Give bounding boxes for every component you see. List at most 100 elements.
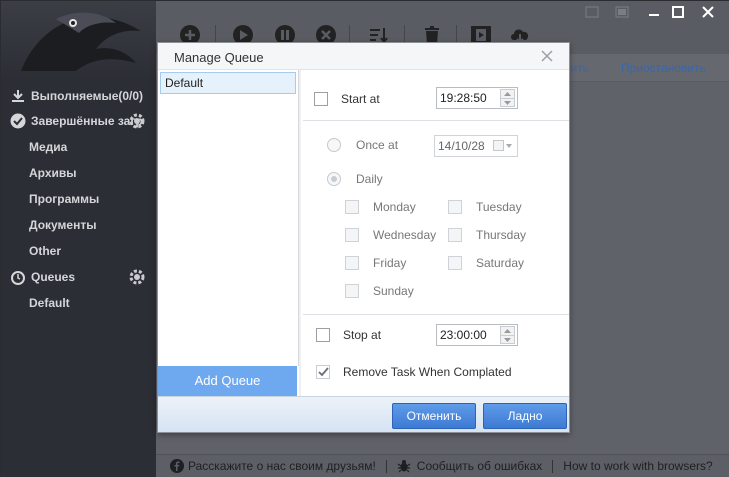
saturday-label: Saturday: [476, 256, 525, 270]
status-divider: [385, 459, 387, 473]
radio-selected-dot: [331, 176, 337, 182]
divider: [303, 120, 569, 121]
sunday-label: Sunday: [373, 284, 414, 298]
queue-list: Default: [158, 70, 299, 366]
dialog-footer: Отменить Ладно: [158, 396, 569, 432]
spinner-arrows[interactable]: [500, 326, 515, 344]
cancel-button[interactable]: Отменить: [392, 403, 476, 429]
sidebar: Выполняемые(0/0) Завершённые загр Медиа …: [1, 1, 156, 477]
divider: [303, 314, 569, 315]
dialog-title-bar[interactable]: Manage Queue: [158, 43, 569, 70]
download-icon: [9, 87, 27, 105]
spin-down-icon[interactable]: [501, 335, 514, 343]
report-bug-link[interactable]: Сообщить об ошибках: [397, 459, 543, 473]
maximize-icon[interactable]: [666, 4, 690, 20]
sidebar-item-queues[interactable]: Queues: [1, 265, 156, 289]
dialog-title: Manage Queue: [174, 50, 264, 65]
calendar-dropdown-icon[interactable]: [493, 140, 513, 152]
sidebar-item-label: Медиа: [29, 140, 68, 154]
remove-task-checkbox[interactable]: [316, 365, 330, 379]
start-time-spinner[interactable]: 19:28:50: [436, 87, 518, 109]
daily-row: Daily: [327, 172, 383, 186]
minimize-icon[interactable]: [642, 4, 666, 20]
day-wednesday[interactable]: Wednesday: [345, 228, 436, 242]
once-date-value: 14/10/28: [438, 139, 485, 153]
sidebar-item-archives[interactable]: Архивы: [1, 161, 156, 185]
sidebar-item-other[interactable]: Other: [1, 239, 156, 263]
saturday-checkbox[interactable]: [448, 256, 462, 270]
stop-time-spinner[interactable]: 23:00:00: [436, 324, 518, 346]
sunday-checkbox[interactable]: [345, 284, 359, 298]
add-queue-button[interactable]: Add Queue: [158, 366, 297, 396]
sidebar-item-active[interactable]: Выполняемые(0/0): [1, 84, 156, 108]
monday-checkbox[interactable]: [345, 200, 359, 214]
start-at-checkbox[interactable]: [314, 92, 328, 106]
sidebar-item-label: Выполняемые(0/0): [31, 89, 144, 103]
day-friday[interactable]: Friday: [345, 256, 406, 270]
spin-up-icon[interactable]: [501, 327, 514, 335]
sidebar-item-label: Other: [29, 244, 62, 258]
status-divider: [552, 459, 554, 473]
stop-time-value: 23:00:00: [440, 328, 487, 342]
ok-button[interactable]: Ладно: [483, 403, 567, 429]
alarm-clock-icon: [9, 268, 27, 286]
bug-icon: [397, 459, 411, 473]
queue-list-item-default[interactable]: Default: [160, 72, 296, 94]
report-text: Сообщить об ошибках: [416, 459, 543, 473]
day-monday[interactable]: Monday: [345, 200, 416, 214]
browsers-help-text: How to work with browsers?: [563, 459, 713, 473]
sidebar-item-programs[interactable]: Программы: [1, 187, 156, 211]
stop-at-row: Stop at: [316, 328, 381, 342]
daily-radio[interactable]: [327, 172, 341, 186]
sidebar-item-media[interactable]: Медиа: [1, 135, 156, 159]
check-circle-icon: [9, 112, 27, 130]
spin-up-icon[interactable]: [501, 90, 514, 98]
wednesday-checkbox[interactable]: [345, 228, 359, 242]
day-sunday[interactable]: Sunday: [345, 284, 414, 298]
eagle-logo: [1, 1, 156, 79]
queue-settings-gear-icon[interactable]: [128, 268, 146, 286]
day-saturday[interactable]: Saturday: [448, 256, 524, 270]
once-date-picker[interactable]: 14/10/28: [434, 135, 518, 157]
sidebar-item-label: Программы: [29, 192, 100, 206]
sidebar-item-label: Архивы: [29, 166, 77, 180]
remove-task-label: Remove Task When Complated: [343, 365, 512, 379]
tuesday-label: Tuesday: [476, 200, 522, 214]
once-at-radio[interactable]: [327, 138, 341, 152]
close-icon[interactable]: [539, 48, 555, 64]
manage-queue-dialog: Manage Queue Default Add Queue Start at …: [157, 42, 570, 433]
share-text: Расскажите о нас своим друзьям!: [188, 459, 376, 473]
sidebar-item-label: Default: [29, 296, 70, 310]
sidebar-item-default-queue[interactable]: Default: [1, 291, 156, 315]
day-tuesday[interactable]: Tuesday: [448, 200, 522, 214]
wednesday-label: Wednesday: [373, 228, 437, 242]
friday-checkbox[interactable]: [345, 256, 359, 270]
sidebar-item-label: Queues: [31, 270, 76, 284]
share-link[interactable]: Расскажите о нас своим друзьям!: [170, 459, 376, 473]
stop-at-label: Stop at: [343, 328, 382, 342]
checkmark-icon: [318, 367, 329, 377]
start-at-label: Start at: [341, 92, 380, 106]
close-window-icon[interactable]: [696, 4, 720, 20]
daily-label: Daily: [356, 172, 383, 186]
spinner-arrows[interactable]: [500, 89, 515, 107]
browsers-help-link[interactable]: How to work with browsers?: [563, 459, 712, 473]
sidebar-item-completed[interactable]: Завершённые загр: [1, 109, 156, 133]
start-at-row: Start at: [314, 92, 380, 106]
tuesday-checkbox[interactable]: [448, 200, 462, 214]
sidebar-item-label: Завершённые загр: [31, 114, 143, 128]
skin-icon[interactable]: [580, 4, 604, 20]
once-at-label: Once at: [356, 138, 399, 152]
stop-at-checkbox[interactable]: [316, 328, 330, 342]
sidebar-item-label: Документы: [29, 218, 97, 232]
sidebar-item-documents[interactable]: Документы: [1, 213, 156, 237]
thursday-label: Thursday: [476, 228, 527, 242]
pause-link[interactable]: Приостановить: [621, 61, 706, 75]
monday-label: Monday: [373, 200, 416, 214]
gear-icon[interactable]: [128, 112, 146, 130]
day-thursday[interactable]: Thursday: [448, 228, 526, 242]
start-time-value: 19:28:50: [440, 91, 487, 105]
mini-mode-icon[interactable]: [610, 4, 634, 20]
spin-down-icon[interactable]: [501, 98, 514, 106]
thursday-checkbox[interactable]: [448, 228, 462, 242]
